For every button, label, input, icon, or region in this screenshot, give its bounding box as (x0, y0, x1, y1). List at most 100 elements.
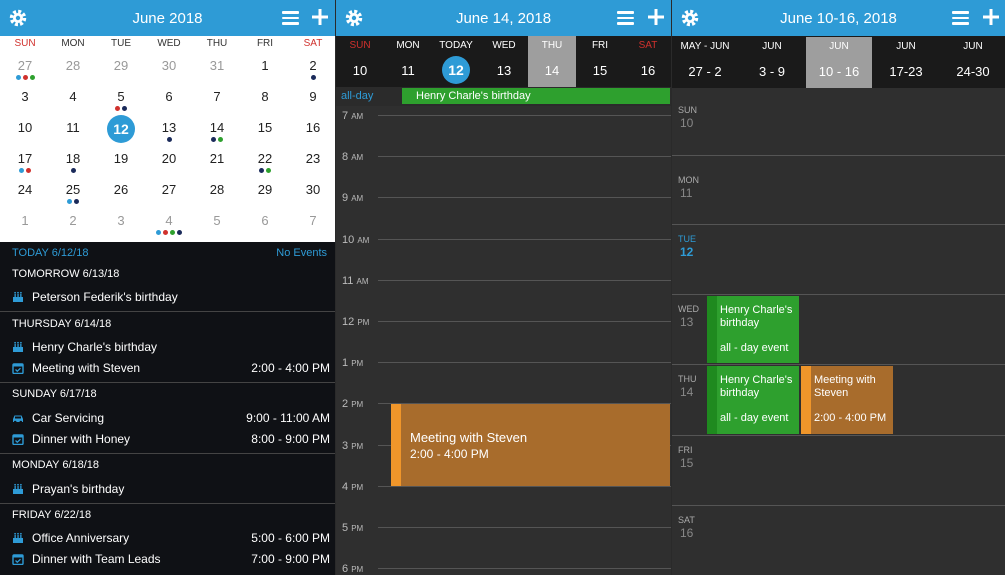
event-color-bar (391, 404, 401, 486)
date-cell[interactable]: 1 (241, 58, 289, 73)
hour-label: 9 AM (342, 192, 363, 204)
week-day-number[interactable]: 16 (680, 526, 693, 540)
day-strip-name: MON (396, 40, 420, 51)
date-cell[interactable]: 3 (1, 89, 49, 104)
today-day-cell[interactable]: 12 (442, 56, 470, 84)
date-cell[interactable]: 4 (145, 213, 193, 235)
day-strip-number[interactable]: 13 (480, 63, 528, 78)
date-cell[interactable]: 13 (145, 120, 193, 142)
date-number: 14 (209, 120, 225, 135)
plus-icon[interactable] (983, 8, 999, 26)
date-cell[interactable]: 27 (1, 58, 49, 80)
date-cell[interactable]: 24 (1, 182, 49, 197)
date-cell[interactable]: 31 (193, 58, 241, 73)
date-number: 29 (257, 182, 273, 197)
date-cell[interactable]: 16 (289, 120, 335, 135)
agenda-item[interactable]: Peterson Federik's birthday (12, 290, 332, 306)
wed-birthday-event[interactable]: Henry Charle's birthday all - day event (707, 296, 799, 363)
allday-event[interactable]: Henry Charle's birthday (402, 88, 670, 104)
date-cell[interactable]: 27 (145, 182, 193, 197)
date-cell[interactable]: 26 (97, 182, 145, 197)
menu-icon[interactable] (282, 11, 299, 25)
date-cell[interactable]: 19 (97, 151, 145, 166)
date-cell[interactable]: 5 (97, 89, 145, 111)
date-cell[interactable]: 9 (289, 89, 335, 104)
date-cell[interactable]: 30 (289, 182, 335, 197)
meeting-event[interactable]: Meeting with Steven 2:00 - 4:00 PM (391, 404, 670, 486)
date-cell[interactable]: 23 (289, 151, 335, 166)
date-cell[interactable]: 2 (289, 58, 335, 80)
car-icon (12, 412, 24, 424)
date-cell[interactable]: 20 (145, 151, 193, 166)
week-day-divider (672, 435, 1005, 436)
date-cell[interactable]: 6 (241, 213, 289, 228)
agenda-item[interactable]: Dinner with Honey 8:00 - 9:00 PM (12, 432, 332, 448)
date-cell[interactable]: 7 (289, 213, 335, 228)
date-cell[interactable]: 28 (49, 58, 97, 73)
week-day-number[interactable]: 15 (680, 456, 693, 470)
event-dot (115, 106, 120, 111)
date-cell[interactable]: 1 (1, 213, 49, 228)
date-cell[interactable]: 18 (49, 151, 97, 173)
date-cell[interactable]: 3 (97, 213, 145, 228)
week-day-number[interactable]: 10 (680, 116, 693, 130)
plus-icon[interactable] (648, 8, 664, 26)
date-cell[interactable]: 4 (49, 89, 97, 104)
date-number: 15 (257, 120, 273, 135)
agenda-item[interactable]: Meeting with Steven 2:00 - 4:00 PM (12, 361, 332, 377)
today-date-cell[interactable]: 12 (107, 115, 135, 143)
date-cell[interactable]: 22 (241, 151, 289, 173)
event-dot (67, 199, 72, 204)
date-cell[interactable]: 29 (241, 182, 289, 197)
day-strip-number[interactable]: 15 (576, 63, 624, 78)
date-cell[interactable]: 25 (49, 182, 97, 204)
cake-icon (12, 341, 24, 353)
date-cell[interactable]: 5 (193, 213, 241, 228)
date-number: 4 (69, 89, 77, 104)
week-strip-month: JUN (829, 41, 849, 52)
menu-icon[interactable] (952, 11, 969, 25)
day-strip-number[interactable]: 10 (336, 63, 384, 78)
date-cell[interactable]: 7 (193, 89, 241, 104)
date-cell[interactable]: 15 (241, 120, 289, 135)
agenda-item[interactable]: Henry Charle's birthday (12, 340, 332, 356)
agenda-item[interactable]: Prayan's birthday (12, 482, 332, 498)
date-cell[interactable]: 14 (193, 120, 241, 142)
date-cell[interactable]: 30 (145, 58, 193, 73)
event-color-bar (707, 296, 717, 363)
date-cell[interactable]: 11 (49, 120, 97, 135)
week-strip-range[interactable]: 24-30 (940, 64, 1005, 79)
day-strip-number[interactable]: 14 (528, 63, 576, 78)
week-day-number[interactable]: 14 (680, 385, 693, 399)
agenda-section-header: SUNDAY 6/17/18 (12, 388, 97, 400)
thu-meeting-event[interactable]: Meeting with Steven 2:00 - 4:00 PM (801, 366, 893, 434)
hour-number: 8 (342, 151, 349, 163)
date-cell[interactable]: 10 (1, 120, 49, 135)
week-day-number[interactable]: 12 (680, 245, 693, 259)
date-cell[interactable]: 17 (1, 151, 49, 173)
week-strip-range[interactable]: 27 - 2 (672, 64, 738, 79)
date-cell[interactable]: 8 (241, 89, 289, 104)
day-strip-number[interactable]: 16 (624, 63, 671, 78)
agenda-item[interactable]: Dinner with Team Leads 7:00 - 9:00 PM (12, 552, 332, 568)
agenda-item[interactable]: Car Servicing 9:00 - 11:00 AM (12, 411, 332, 427)
week-strip-range[interactable]: 3 - 9 (739, 64, 805, 79)
week-day-number[interactable]: 13 (680, 315, 693, 329)
date-cell[interactable]: 6 (145, 89, 193, 104)
date-cell[interactable]: 21 (193, 151, 241, 166)
date-number: 27 (17, 58, 33, 73)
thu-birthday-event[interactable]: Henry Charle's birthday all - day event (707, 366, 799, 434)
week-strip-range[interactable]: 10 - 16 (806, 64, 872, 79)
menu-icon[interactable] (617, 11, 634, 25)
week-day-number[interactable]: 11 (680, 186, 692, 200)
plus-icon[interactable] (312, 8, 328, 26)
day-strip-number[interactable]: 11 (384, 63, 432, 78)
agenda-item[interactable]: Office Anniversary 5:00 - 6:00 PM (12, 531, 332, 547)
date-cell[interactable]: 29 (97, 58, 145, 73)
week-strip-range[interactable]: 17-23 (873, 64, 939, 79)
hour-ampm: AM (351, 153, 364, 162)
date-cell[interactable]: 2 (49, 213, 97, 228)
agenda-item-title: Car Servicing (32, 411, 105, 425)
date-cell[interactable]: 28 (193, 182, 241, 197)
date-number: 10 (17, 120, 33, 135)
